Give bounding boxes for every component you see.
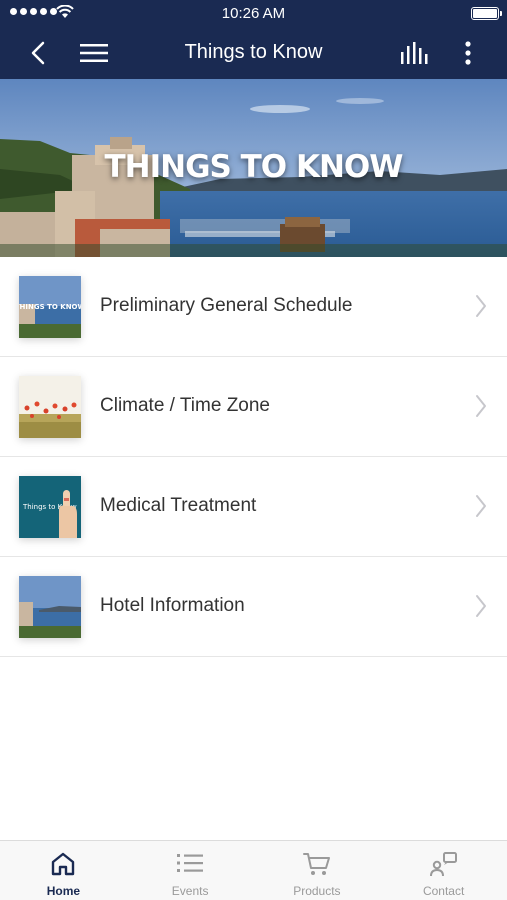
tab-home[interactable]: Home: [0, 841, 127, 900]
hero-banner: THINGS TO KNOW: [0, 79, 507, 257]
battery-icon: [471, 7, 502, 20]
list-item[interactable]: Hotel Information: [0, 557, 507, 657]
list-item-label: Hotel Information: [100, 595, 245, 616]
list-item[interactable]: Climate / Time Zone: [0, 357, 507, 457]
status-bar: 10:26 AM: [0, 0, 507, 27]
tab-label: Contact: [422, 884, 465, 898]
poppy-field-thumbnail: [19, 376, 81, 438]
tab-events[interactable]: Events: [127, 841, 254, 900]
chevron-right-icon: [476, 295, 486, 317]
tab-label: Home: [46, 884, 81, 898]
home-icon: [52, 852, 75, 876]
bar-chart-icon: [401, 42, 428, 64]
hotel-lake-thumbnail: [19, 576, 81, 638]
vertical-dots-icon: [465, 41, 471, 65]
resort-lake-thumbnail: THINGS TO KNOW: [19, 276, 81, 338]
tab-contact[interactable]: Contact: [380, 841, 507, 900]
more-options-button[interactable]: [452, 27, 484, 79]
bottom-tab-bar: Home Events Products Contact: [0, 840, 507, 900]
tab-label: Events: [171, 884, 209, 898]
list-item-label: Climate / Time Zone: [100, 395, 270, 416]
tab-label: Products: [293, 884, 341, 898]
cart-icon: [302, 853, 330, 875]
tab-products[interactable]: Products: [254, 841, 381, 900]
contact-icon: [429, 852, 457, 877]
things-to-know-list: THINGS TO KNOW Preliminary General Sched…: [0, 257, 507, 657]
chevron-right-icon: [476, 595, 486, 617]
status-time: 10:26 AM: [221, 5, 286, 22]
list-icon: [177, 854, 204, 872]
chevron-right-icon: [476, 395, 486, 417]
list-item[interactable]: Things to Know Medical Treatment: [0, 457, 507, 557]
finger-thumbnail: Things to Know: [19, 476, 81, 538]
hero-title: THINGS TO KNOW: [104, 149, 404, 185]
thumbnail-caption: THINGS TO KNOW: [19, 303, 81, 311]
list-item-label: Preliminary General Schedule: [100, 295, 353, 316]
list-item[interactable]: THINGS TO KNOW Preliminary General Sched…: [0, 257, 507, 357]
list-item-label: Medical Treatment: [100, 495, 257, 516]
stats-button[interactable]: [395, 27, 435, 79]
chevron-right-icon: [476, 495, 486, 517]
nav-bar: Things to Know: [0, 27, 507, 79]
